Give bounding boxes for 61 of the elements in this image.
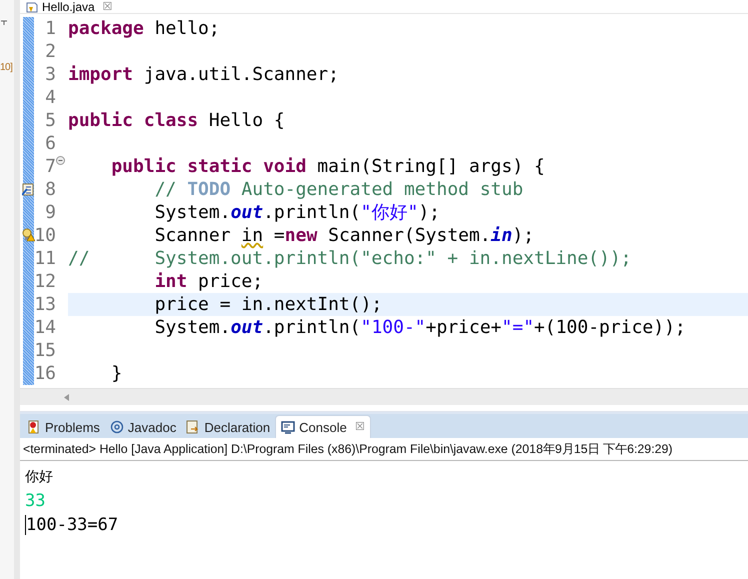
problems-icon [27, 420, 41, 434]
panel-tab[interactable]: Javadoc [104, 416, 182, 438]
line-label: 10] [0, 62, 14, 73]
line-number: 14 [34, 316, 56, 339]
code-line: package hello; [68, 18, 220, 39]
ruler-mark [23, 362, 34, 385]
ruler-mark [23, 86, 34, 109]
line-number: 13 [34, 293, 56, 316]
ruler-mark [23, 293, 34, 316]
panel-tab[interactable]: Console ☒ [275, 415, 371, 438]
ruler-mark [23, 316, 34, 339]
close-icon[interactable]: ☒ [354, 422, 365, 432]
ruler-mark [23, 109, 34, 132]
declaration-icon [186, 420, 200, 434]
text-cursor [25, 515, 26, 536]
console-status: <terminated> Hello [Java Application] D:\Program Files (x86)\Program File\bin\javaw.exe (2018年9月15日 下午6:29:29) [20, 438, 748, 461]
code-line: public static void main(String[] args) { [110, 156, 545, 177]
ruler-mark [23, 247, 34, 270]
panel-tab[interactable]: Problems [22, 416, 105, 438]
line-number: 7 [44, 155, 56, 178]
code-line: import java.util.Scanner; [68, 64, 339, 85]
code-line: System.out.println("你好"); [154, 202, 440, 223]
line-number: 8 [44, 178, 56, 201]
ruler-mark [23, 155, 34, 178]
code-line: public class Hello { [68, 110, 285, 131]
close-icon[interactable]: ☒ [102, 2, 113, 13]
line-number: 12 [34, 270, 56, 293]
menu-mark-icon [0, 20, 8, 26]
console-icon [281, 420, 296, 434]
line-number: 16 [34, 362, 56, 385]
output-text: 你好 [25, 469, 53, 485]
horizontal-scrollbar[interactable] [20, 388, 748, 405]
input-text: 33 [25, 491, 46, 511]
line-number: 3 [44, 63, 56, 86]
code-line: } [110, 363, 122, 384]
code-line: // System.out.println("echo:" + in.nextLine()); [68, 248, 632, 269]
scroll-left-icon[interactable] [64, 394, 70, 400]
ruler-mark [23, 63, 34, 86]
code-line: // TODO Auto-generated method stub [154, 179, 524, 200]
ruler-mark [23, 40, 34, 63]
code-line: Scanner in =new Scanner(System.in); [154, 225, 534, 246]
line-number: 10 [34, 224, 56, 247]
code-line: int price; [154, 271, 264, 292]
code-line: System.out.println("100-"+price+"="+(100-price)); [154, 317, 686, 338]
output-text: 100-33=67 [26, 515, 118, 535]
ruler-mark [23, 201, 34, 224]
line-number: 15 [34, 339, 56, 362]
panel-tab[interactable]: Declaration [181, 416, 276, 438]
line-number: 9 [44, 201, 56, 224]
ruler-mark [23, 270, 34, 293]
line-number: 4 [44, 86, 56, 109]
code-line: price = in.nextInt(); [154, 294, 382, 315]
ruler-mark [23, 339, 34, 362]
line-number: 2 [44, 40, 56, 63]
line-number: 11 [34, 247, 56, 270]
line-number: 5 [44, 109, 56, 132]
ruler-mark [23, 132, 34, 155]
at-sign-icon [110, 420, 124, 434]
line-number: 6 [44, 132, 56, 155]
ruler-mark [23, 17, 34, 40]
line-number: 1 [44, 17, 56, 40]
